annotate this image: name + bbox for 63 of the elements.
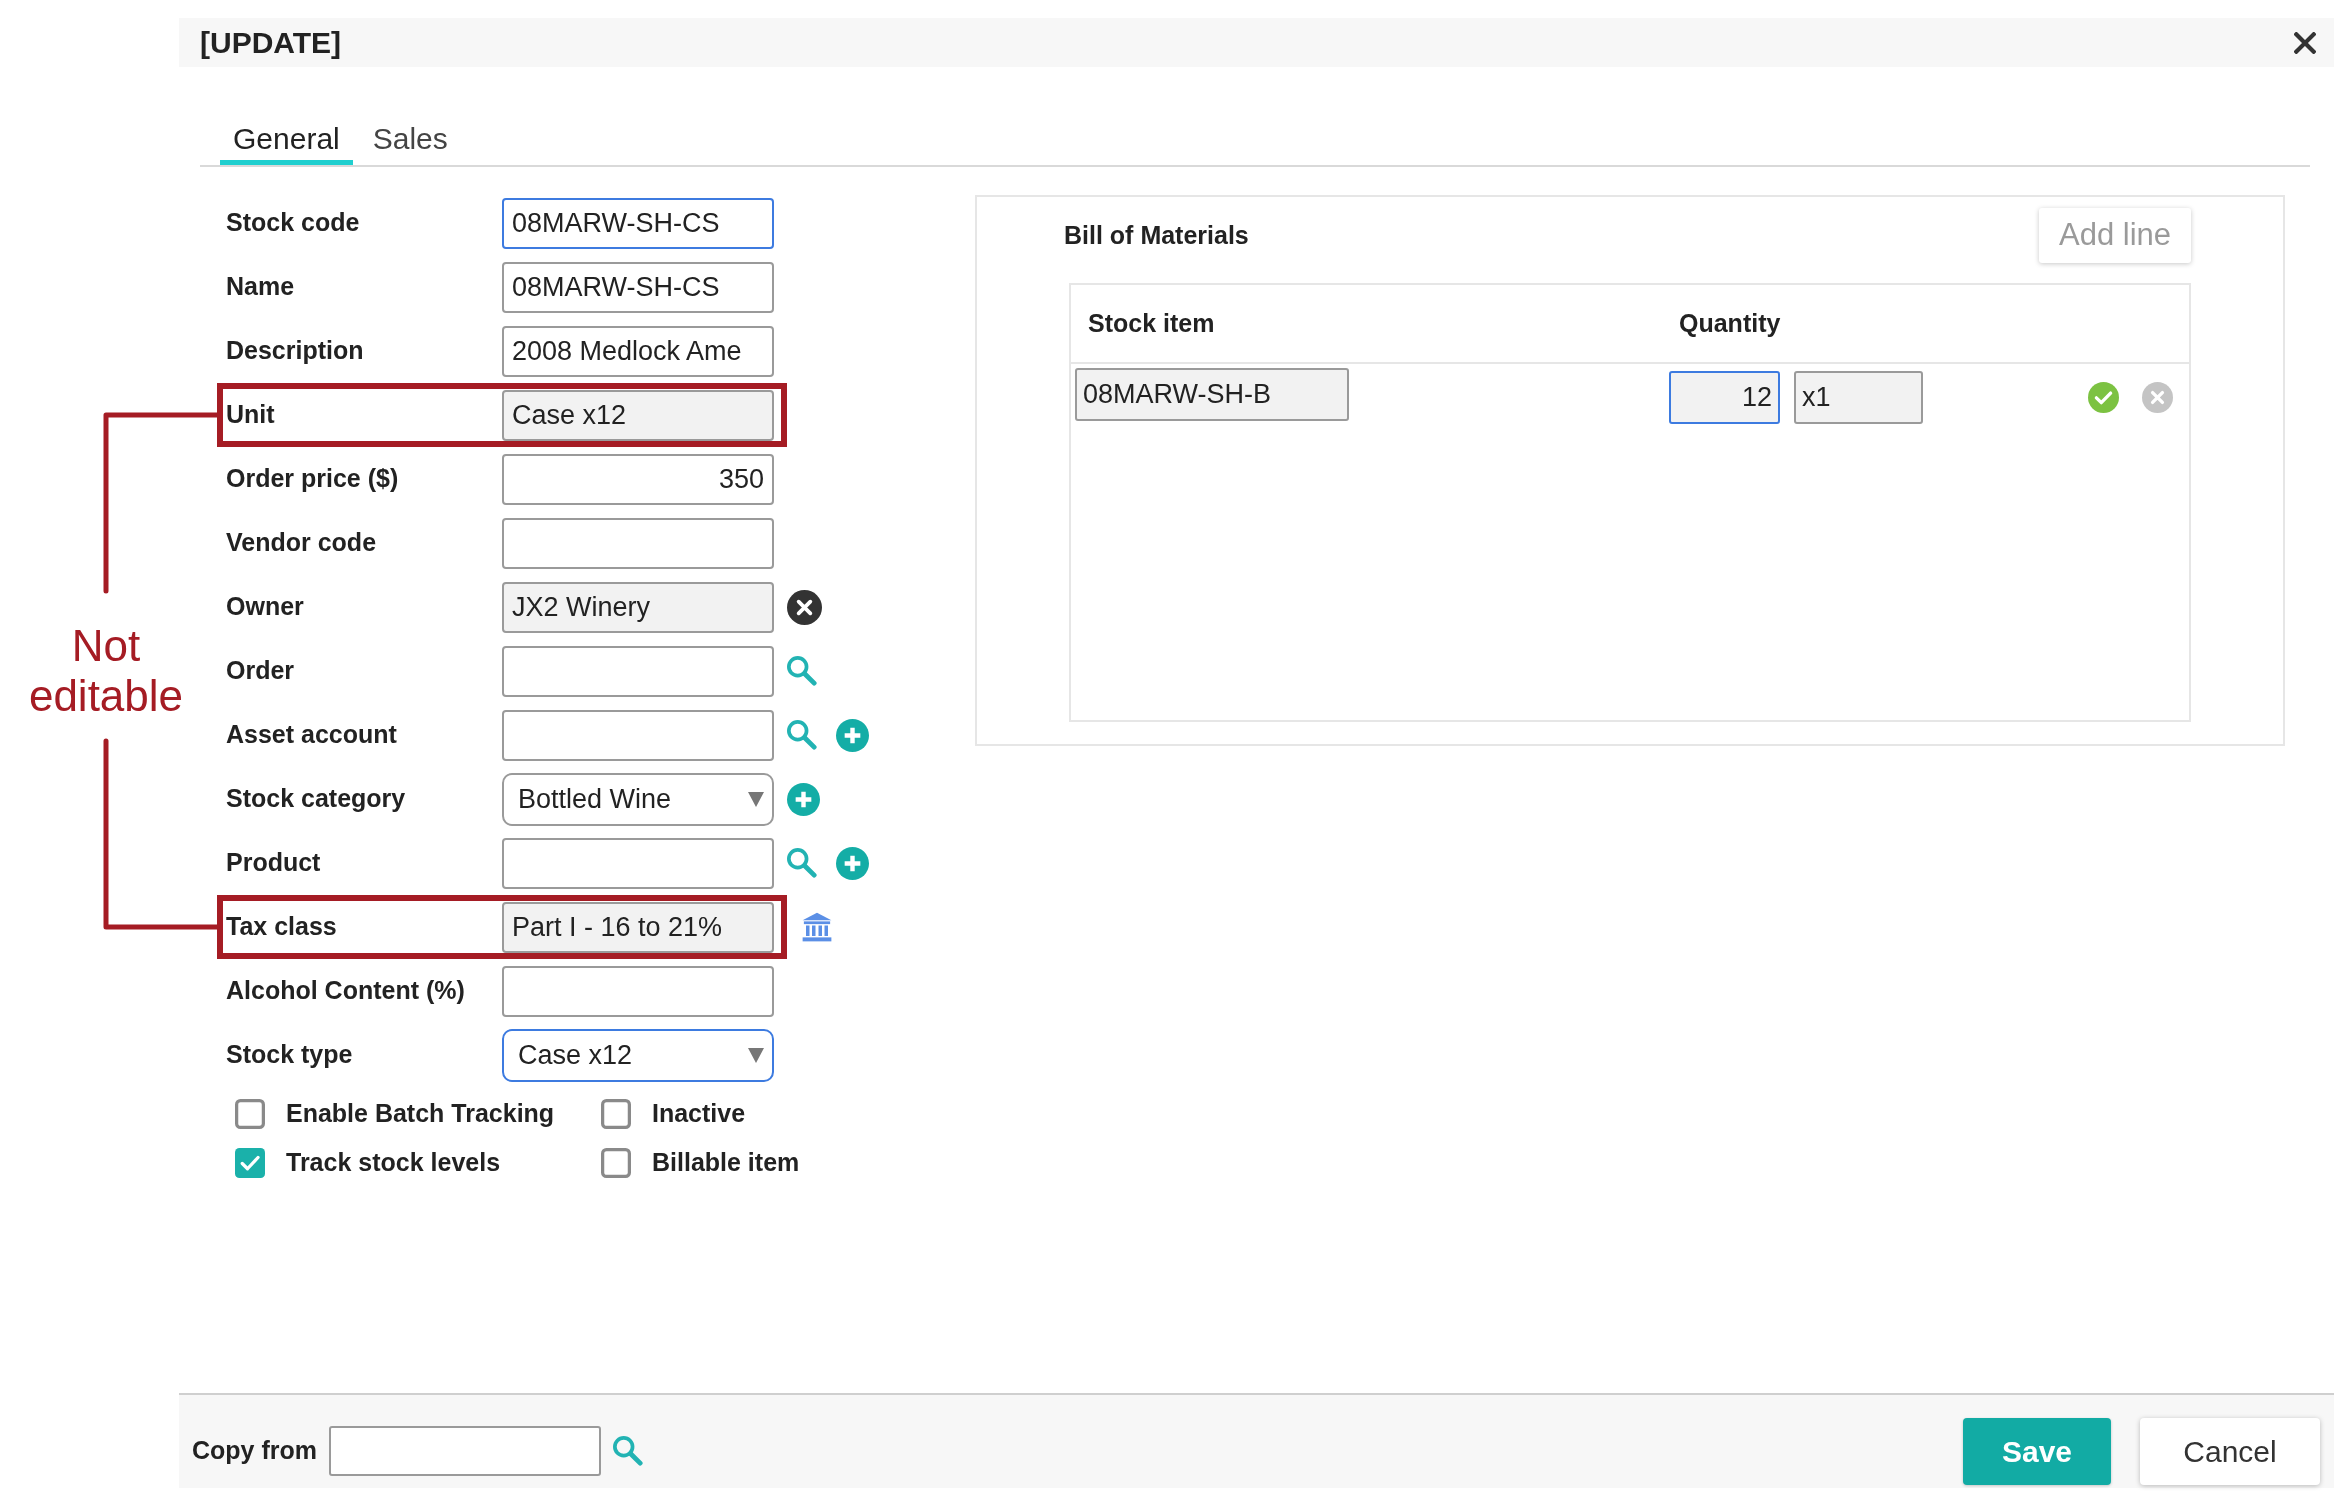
checkbox-label: Enable Batch Tracking — [286, 1097, 555, 1129]
checkbox-label: Track stock levels — [286, 1146, 501, 1178]
input-field[interactable] — [502, 837, 774, 889]
dropdown[interactable]: Bottled Wine — [502, 772, 774, 826]
clear-icon[interactable] — [787, 589, 822, 625]
search-icon[interactable] — [787, 656, 817, 686]
column-header: Quantity — [1679, 308, 1781, 337]
dialog-title: [UPDATE] — [200, 25, 342, 61]
checkbox[interactable] — [235, 1098, 265, 1129]
bank-building-icon[interactable] — [802, 912, 832, 942]
field-label: Stock category — [226, 783, 407, 815]
tab[interactable]: General — [220, 118, 353, 165]
input-field[interactable]: JX2 Winery — [502, 581, 774, 633]
field-label: Vendor code — [226, 527, 378, 559]
search-icon[interactable] — [787, 720, 817, 750]
quantity-input[interactable]: 12 — [1669, 371, 1780, 424]
close-icon[interactable] — [2294, 31, 2316, 54]
checkbox[interactable] — [235, 1147, 265, 1178]
input-field[interactable] — [502, 709, 774, 761]
input-field[interactable] — [502, 645, 774, 697]
panel-title: Bill of Materials — [1064, 219, 1249, 251]
check-circle-icon[interactable] — [2088, 382, 2119, 413]
input-field[interactable]: Part I - 16 to 21% — [502, 901, 774, 953]
field-label: Product — [226, 847, 322, 879]
input-field[interactable] — [502, 517, 774, 569]
dropdown[interactable]: Case x12 — [502, 1028, 774, 1082]
checkbox[interactable] — [601, 1098, 631, 1129]
add-icon[interactable] — [836, 846, 869, 880]
input-field[interactable]: 2008 Medlock Ame — [502, 325, 774, 377]
input-field[interactable]: 08MARW-SH-CS — [502, 197, 774, 249]
field-label: Description — [226, 335, 365, 367]
input-field[interactable]: 08MARW-SH-CS — [502, 261, 774, 313]
unit-input[interactable]: x1 — [1794, 371, 1923, 424]
field-label: Order price ($) — [226, 463, 400, 495]
checkbox-label: Billable item — [652, 1146, 800, 1178]
field-label: Tax class — [226, 911, 338, 943]
field-label: Stock code — [226, 207, 361, 239]
input-field[interactable] — [502, 965, 774, 1017]
checkbox-label: Inactive — [652, 1097, 746, 1129]
stock-item-input[interactable]: 08MARW-SH-B — [1075, 368, 1349, 421]
field-label: Order — [226, 655, 296, 687]
checkbox[interactable] — [601, 1147, 631, 1178]
input-field[interactable]: 350 — [502, 453, 774, 505]
field-label: Unit — [226, 399, 276, 431]
caret-icon — [748, 1047, 764, 1063]
input-field[interactable]: Case x12 — [502, 389, 774, 441]
column-header: Stock item — [1088, 308, 1215, 337]
field-label: Alcohol Content (%) — [226, 975, 466, 1007]
tab[interactable]: Sales — [359, 118, 461, 165]
cancel-button[interactable]: Cancel — [2140, 1417, 2320, 1485]
add-icon[interactable] — [836, 718, 869, 752]
add-icon[interactable] — [787, 782, 820, 816]
field-label: Name — [226, 271, 296, 303]
field-label: Stock type — [226, 1039, 354, 1071]
remove-icon[interactable] — [2142, 382, 2173, 413]
search-icon[interactable] — [787, 848, 817, 878]
field-label: Copy from — [192, 1435, 317, 1467]
field-label: Asset account — [226, 719, 398, 751]
copy-from-input[interactable] — [329, 1426, 601, 1476]
annotation-text: Not editable — [27, 621, 185, 721]
search-icon[interactable] — [613, 1436, 643, 1466]
caret-icon — [748, 791, 764, 807]
field-label: Owner — [226, 591, 305, 623]
